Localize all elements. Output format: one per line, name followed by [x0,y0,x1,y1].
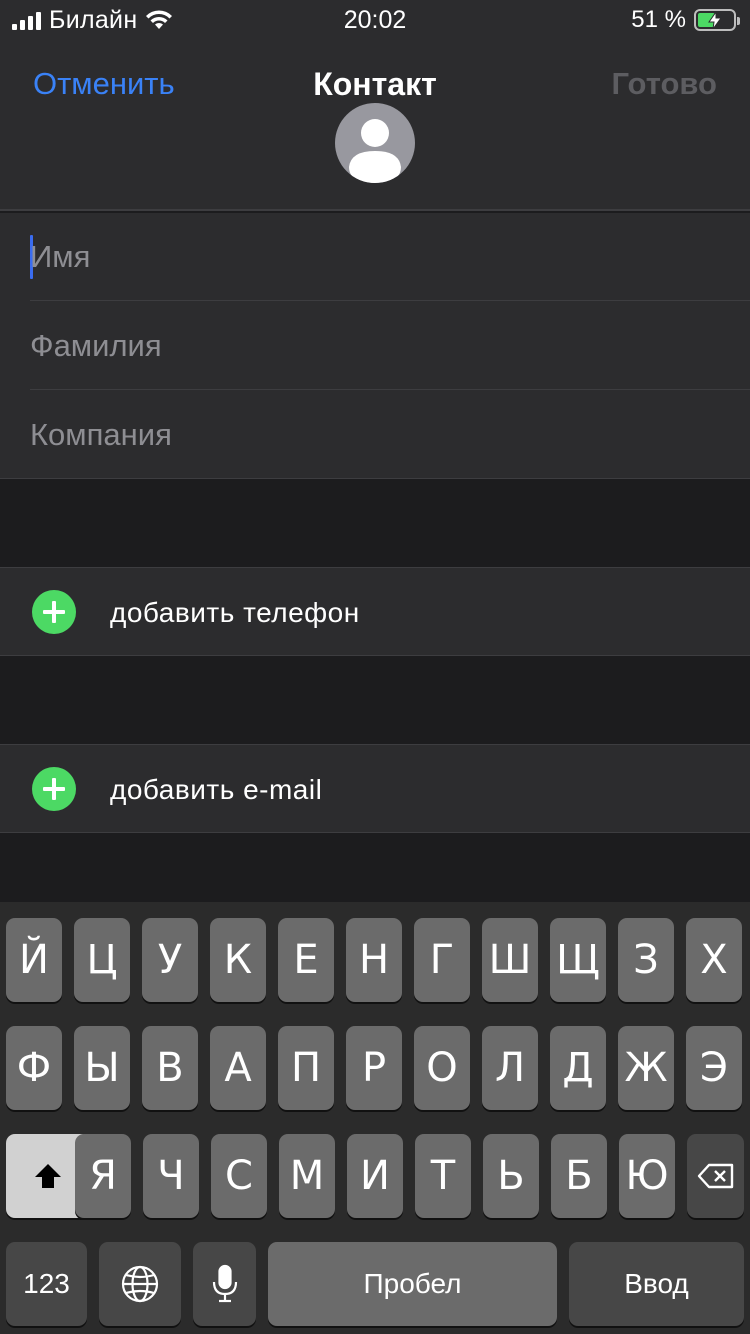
delete-key[interactable] [687,1134,744,1218]
add-circle-icon[interactable] [32,590,76,634]
globe-icon [121,1265,159,1303]
key-Л[interactable]: Л [482,1026,538,1110]
key-М[interactable]: М [279,1134,335,1218]
key-Э[interactable]: Э [686,1026,742,1110]
space-key[interactable]: Пробел [268,1242,557,1326]
key-Р[interactable]: Р [346,1026,402,1110]
key-П[interactable]: П [278,1026,334,1110]
person-silhouette-icon [349,119,401,183]
last-name-field[interactable]: Фамилия [30,302,750,390]
key-Т[interactable]: Т [415,1134,471,1218]
key-Х[interactable]: Х [686,918,742,1002]
key-З[interactable]: З [618,918,674,1002]
name-fields-group: Имя Фамилия Компания [0,213,750,479]
add-circle-icon[interactable] [32,767,76,811]
key-К[interactable]: К [210,918,266,1002]
return-key[interactable]: Ввод [569,1242,744,1326]
key-И[interactable]: И [347,1134,403,1218]
last-name-placeholder: Фамилия [30,327,162,363]
keyboard: 123 Пробел Ввод ЙЦУКЕНГШЩЗХ ФЫВАПРОЛДЖ Э … [0,902,750,1334]
add-phone-row[interactable]: добавить телефон [0,567,750,656]
done-button[interactable]: Готово [612,66,718,102]
globe-key[interactable] [99,1242,181,1326]
dictation-key[interactable] [193,1242,256,1326]
add-email-label: добавить e-mail [110,773,323,805]
company-placeholder: Компания [30,417,172,452]
key-Ц[interactable]: Ц [74,918,130,1002]
key-О[interactable]: О [414,1026,470,1110]
key-Щ[interactable]: Щ [550,918,606,1002]
key-Д[interactable]: Д [550,1026,606,1110]
key-Й[interactable]: Й [6,918,62,1002]
key-Я[interactable]: Я [75,1134,131,1218]
key-С[interactable]: С [211,1134,267,1218]
key-Ь[interactable]: Ь [483,1134,539,1218]
key-Ю[interactable]: Ю [619,1134,675,1218]
key-Н[interactable]: Н [346,918,402,1002]
key-Е[interactable]: Е [278,918,334,1002]
charging-bolt-icon [708,12,722,29]
add-phone-label: добавить телефон [110,596,360,628]
avatar[interactable] [335,103,415,183]
key-Б[interactable]: Б [551,1134,607,1218]
first-name-placeholder: Имя [30,238,91,274]
nav-header: Отменить Контакт Готово [0,40,750,211]
key-А[interactable]: А [210,1026,266,1110]
key-Ч[interactable]: Ч [143,1134,199,1218]
company-field[interactable]: Компания [30,391,750,479]
delete-icon [697,1163,733,1189]
key-Г[interactable]: Г [414,918,470,1002]
first-name-field[interactable]: Имя [30,213,750,301]
status-right: 51 % [631,6,740,34]
key-Ф[interactable]: Ф [6,1026,62,1110]
shift-icon [35,1164,61,1188]
key-В[interactable]: В [142,1026,198,1110]
battery-charging-icon [694,9,740,31]
add-email-row[interactable]: добавить e-mail [0,744,750,833]
status-bar: Билайн 20:02 51 % [0,0,750,40]
battery-percent: 51 % [631,6,686,33]
microphone-icon [212,1264,237,1303]
key-У[interactable]: У [142,918,198,1002]
numbers-key[interactable]: 123 [6,1242,87,1326]
key-Ш[interactable]: Ш [482,918,538,1002]
key-Ж[interactable]: Ж [618,1026,674,1110]
key-Ы[interactable]: Ы [74,1026,130,1110]
